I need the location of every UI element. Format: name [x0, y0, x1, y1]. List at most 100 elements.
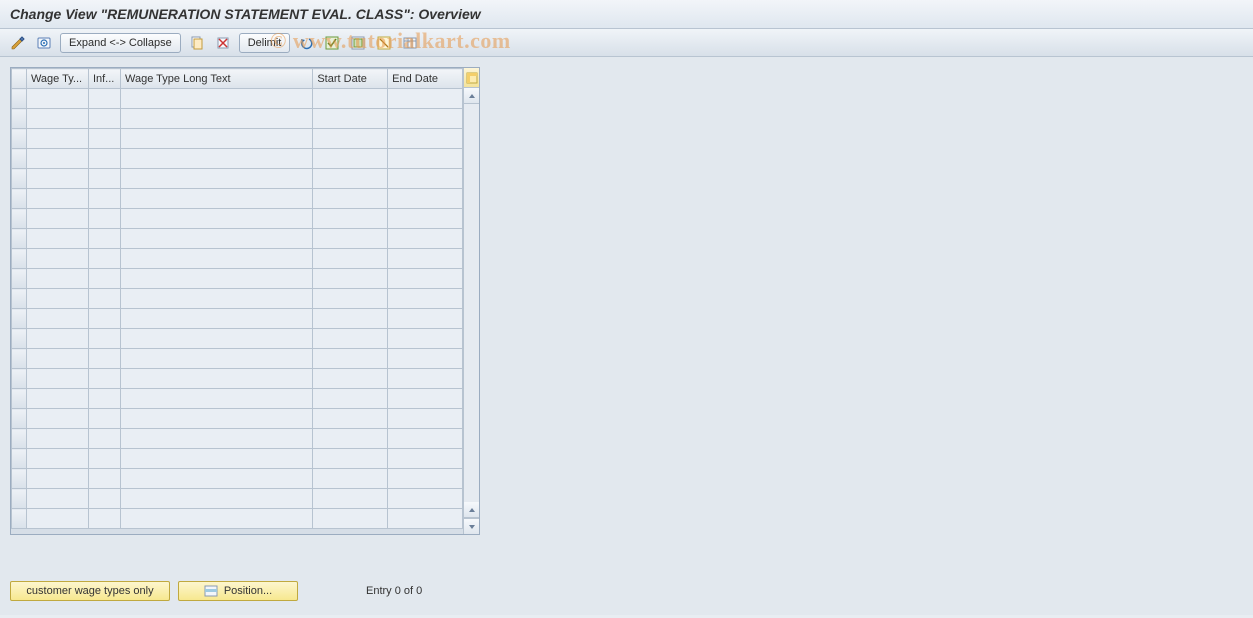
- cell[interactable]: [88, 369, 120, 389]
- cell[interactable]: [88, 489, 120, 509]
- cell[interactable]: [88, 269, 120, 289]
- cell[interactable]: [388, 369, 463, 389]
- table-row[interactable]: [12, 229, 463, 249]
- cell[interactable]: [313, 129, 388, 149]
- cell[interactable]: [388, 469, 463, 489]
- cell[interactable]: [26, 269, 88, 289]
- row-selector[interactable]: [12, 129, 27, 149]
- toggle-change-icon[interactable]: [8, 34, 28, 52]
- cell[interactable]: [388, 249, 463, 269]
- configure-columns-icon[interactable]: [464, 68, 479, 88]
- cell[interactable]: [313, 289, 388, 309]
- row-selector[interactable]: [12, 229, 27, 249]
- cell[interactable]: [313, 229, 388, 249]
- table-row[interactable]: [12, 309, 463, 329]
- cell[interactable]: [88, 249, 120, 269]
- cell[interactable]: [26, 189, 88, 209]
- cell[interactable]: [88, 149, 120, 169]
- cell[interactable]: [26, 309, 88, 329]
- table-row[interactable]: [12, 149, 463, 169]
- cell[interactable]: [313, 509, 388, 529]
- cell[interactable]: [26, 469, 88, 489]
- cell[interactable]: [26, 429, 88, 449]
- row-selector[interactable]: [12, 489, 27, 509]
- table-row[interactable]: [12, 469, 463, 489]
- cell[interactable]: [88, 289, 120, 309]
- cell[interactable]: [313, 389, 388, 409]
- cell[interactable]: [313, 209, 388, 229]
- cell[interactable]: [88, 109, 120, 129]
- table-row[interactable]: [12, 249, 463, 269]
- row-selector[interactable]: [12, 389, 27, 409]
- table-row[interactable]: [12, 369, 463, 389]
- cell[interactable]: [388, 149, 463, 169]
- table-row[interactable]: [12, 349, 463, 369]
- row-selector[interactable]: [12, 269, 27, 289]
- cell[interactable]: [120, 329, 312, 349]
- cell[interactable]: [120, 169, 312, 189]
- scroll-up-icon[interactable]: [464, 88, 479, 104]
- cell[interactable]: [388, 129, 463, 149]
- cell[interactable]: [313, 189, 388, 209]
- cell[interactable]: [313, 409, 388, 429]
- vertical-scrollbar[interactable]: [463, 68, 479, 534]
- cell[interactable]: [120, 109, 312, 129]
- row-selector[interactable]: [12, 209, 27, 229]
- cell[interactable]: [313, 149, 388, 169]
- cell[interactable]: [88, 89, 120, 109]
- row-selector[interactable]: [12, 409, 27, 429]
- cell[interactable]: [120, 389, 312, 409]
- cell[interactable]: [388, 429, 463, 449]
- copy-icon[interactable]: [187, 34, 207, 52]
- cell[interactable]: [313, 169, 388, 189]
- cell[interactable]: [88, 449, 120, 469]
- cell[interactable]: [88, 429, 120, 449]
- cell[interactable]: [120, 149, 312, 169]
- cell[interactable]: [388, 409, 463, 429]
- row-selector[interactable]: [12, 509, 27, 529]
- cell[interactable]: [26, 349, 88, 369]
- cell[interactable]: [313, 269, 388, 289]
- select-block-icon[interactable]: [348, 34, 368, 52]
- row-selector[interactable]: [12, 89, 27, 109]
- table-row[interactable]: [12, 509, 463, 529]
- scroll-down-icon[interactable]: [464, 518, 479, 534]
- scroll-track[interactable]: [464, 104, 479, 502]
- cell[interactable]: [120, 289, 312, 309]
- row-selector[interactable]: [12, 189, 27, 209]
- row-selector[interactable]: [12, 109, 27, 129]
- column-header-long-text[interactable]: Wage Type Long Text: [120, 69, 312, 89]
- row-selector[interactable]: [12, 329, 27, 349]
- cell[interactable]: [88, 349, 120, 369]
- deselect-all-icon[interactable]: [374, 34, 394, 52]
- column-header-wage-type[interactable]: Wage Ty...: [26, 69, 88, 89]
- cell[interactable]: [313, 429, 388, 449]
- table-row[interactable]: [12, 209, 463, 229]
- cell[interactable]: [26, 329, 88, 349]
- cell[interactable]: [26, 509, 88, 529]
- cell[interactable]: [313, 89, 388, 109]
- select-all-icon[interactable]: [322, 34, 342, 52]
- row-selector[interactable]: [12, 349, 27, 369]
- row-selector[interactable]: [12, 169, 27, 189]
- cell[interactable]: [388, 229, 463, 249]
- cell[interactable]: [120, 89, 312, 109]
- cell[interactable]: [120, 369, 312, 389]
- cell[interactable]: [26, 129, 88, 149]
- table-row[interactable]: [12, 89, 463, 109]
- cell[interactable]: [88, 329, 120, 349]
- table-row[interactable]: [12, 329, 463, 349]
- cell[interactable]: [26, 169, 88, 189]
- cell[interactable]: [88, 229, 120, 249]
- table-row[interactable]: [12, 129, 463, 149]
- delimit-button[interactable]: Delimit: [239, 33, 291, 53]
- cell[interactable]: [313, 309, 388, 329]
- cell[interactable]: [120, 229, 312, 249]
- cell[interactable]: [88, 189, 120, 209]
- cell[interactable]: [88, 409, 120, 429]
- cell[interactable]: [26, 409, 88, 429]
- cell[interactable]: [26, 249, 88, 269]
- cell[interactable]: [313, 489, 388, 509]
- cell[interactable]: [120, 249, 312, 269]
- table-row[interactable]: [12, 429, 463, 449]
